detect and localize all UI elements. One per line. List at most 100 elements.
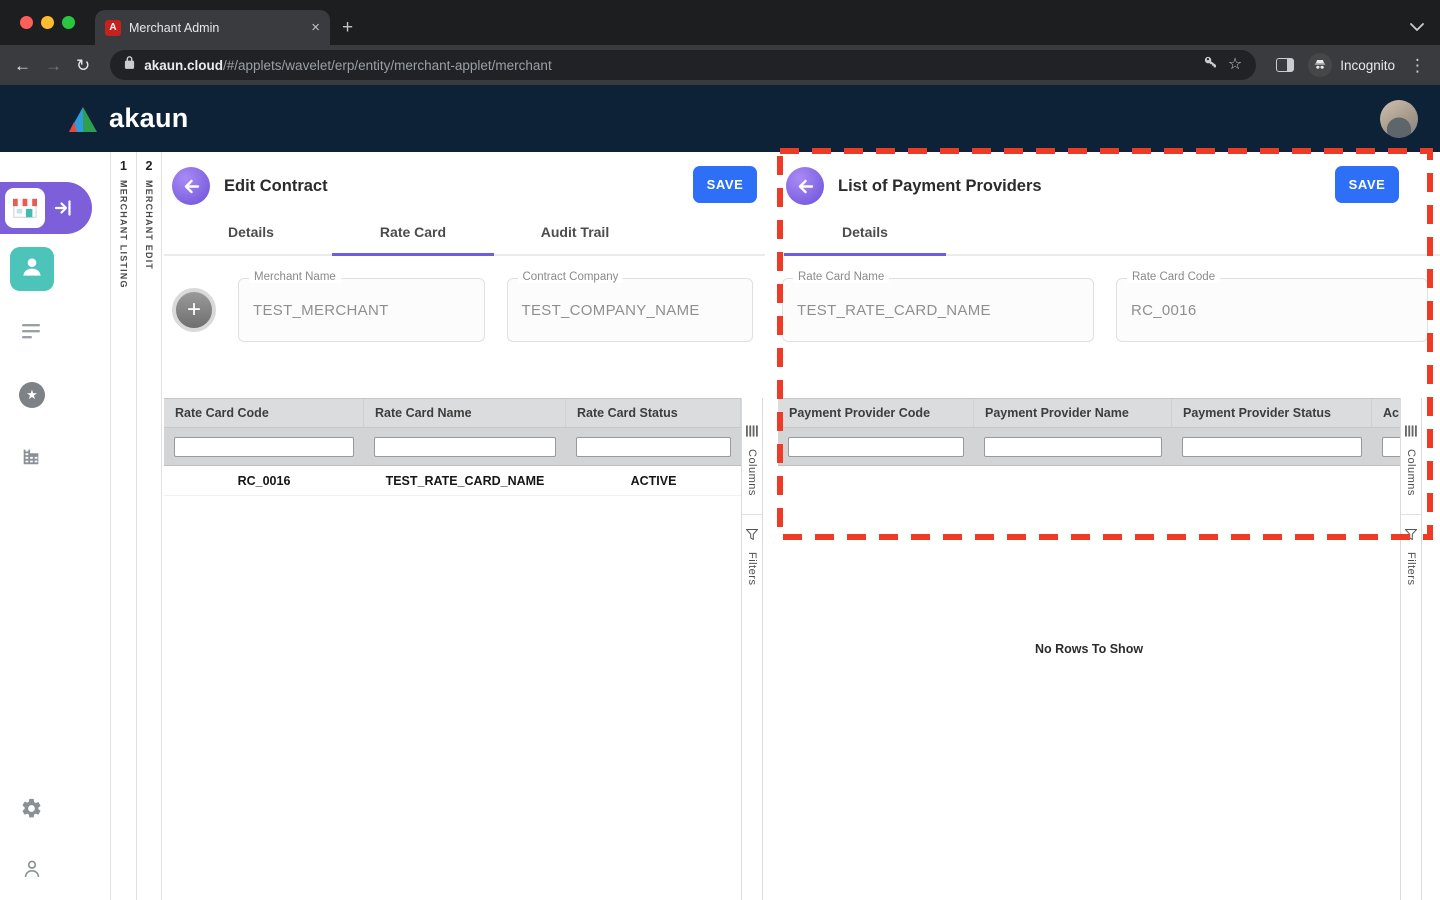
filter-input-rate-card-name[interactable] bbox=[374, 437, 556, 457]
forward-button[interactable]: → bbox=[45, 57, 62, 74]
url-text: akaun.cloud/#/applets/wavelet/erp/entity… bbox=[144, 58, 551, 73]
incognito-label: Incognito bbox=[1340, 58, 1395, 73]
incognito-icon bbox=[1308, 53, 1332, 77]
close-window-button[interactable] bbox=[20, 16, 33, 29]
workflow-step-merchant-listing[interactable]: 1 MERCHANT LISTING bbox=[110, 152, 136, 900]
grid-side-bar: Columns Filters bbox=[741, 398, 763, 900]
browser-toolbar: ← → ↻ akaun.cloud/#/applets/wavelet/erp/… bbox=[0, 45, 1440, 85]
back-button[interactable]: ← bbox=[14, 57, 31, 74]
window-controls bbox=[20, 16, 75, 29]
field-label: Rate Card Code bbox=[1127, 271, 1220, 283]
tab-audit-trail[interactable]: Audit Trail bbox=[494, 210, 656, 254]
sidebar-item-merchant-active[interactable] bbox=[0, 182, 92, 234]
filter-input-rate-card-code[interactable] bbox=[174, 437, 354, 457]
browser-menu-icon[interactable]: ⋮ bbox=[1409, 57, 1426, 74]
reload-button[interactable]: ↻ bbox=[76, 57, 90, 74]
new-tab-button[interactable]: + bbox=[342, 18, 353, 37]
save-button[interactable]: SAVE bbox=[693, 166, 757, 203]
grid-header-row: Payment Provider Code Payment Provider N… bbox=[778, 398, 1400, 428]
back-button[interactable] bbox=[172, 167, 210, 205]
column-header[interactable]: Payment Provider Name bbox=[974, 399, 1172, 427]
column-header[interactable]: Ac bbox=[1372, 399, 1400, 427]
sidebar-item-settings[interactable] bbox=[20, 797, 43, 825]
sidebar-item-favorites[interactable]: ★ bbox=[19, 382, 45, 408]
tab-details[interactable]: Details bbox=[170, 210, 332, 254]
sidebar-item-listing[interactable] bbox=[20, 322, 44, 347]
field-value: RC_0016 bbox=[1131, 302, 1196, 319]
columns-icon bbox=[1405, 424, 1417, 442]
tab-rate-card[interactable]: Rate Card bbox=[332, 210, 494, 254]
empty-grid-message: No Rows To Show bbox=[778, 642, 1400, 656]
password-key-icon[interactable] bbox=[1202, 54, 1219, 76]
incognito-badge: Incognito bbox=[1308, 53, 1395, 77]
workflow-step-merchant-edit[interactable]: 2 MERCHANT EDIT bbox=[136, 152, 162, 900]
column-header[interactable]: Payment Provider Code bbox=[778, 399, 974, 427]
add-rate-card-button[interactable]: + bbox=[172, 288, 216, 332]
bookmark-star-icon[interactable]: ☆ bbox=[1228, 57, 1242, 73]
tab-details[interactable]: Details bbox=[784, 210, 946, 254]
grid-rows: No Rows To Show bbox=[778, 466, 1400, 900]
back-button[interactable] bbox=[786, 167, 824, 205]
column-header[interactable]: Rate Card Status bbox=[566, 399, 741, 427]
tab-close-icon[interactable]: × bbox=[311, 20, 320, 35]
store-icon bbox=[5, 188, 45, 228]
rate-card-name-field[interactable]: Rate Card Name TEST_RATE_CARD_NAME bbox=[782, 278, 1094, 342]
column-header[interactable]: Payment Provider Status bbox=[1172, 399, 1372, 427]
payment-provider-grid: Payment Provider Code Payment Provider N… bbox=[778, 398, 1440, 900]
save-button[interactable]: SAVE bbox=[1335, 166, 1399, 203]
columns-side-tab[interactable]: Columns bbox=[742, 412, 762, 508]
side-panel-icon[interactable] bbox=[1276, 58, 1294, 72]
lock-icon bbox=[124, 55, 135, 75]
user-avatar[interactable] bbox=[1380, 100, 1418, 138]
star-icon: ★ bbox=[19, 382, 45, 408]
field-label: Contract Company bbox=[518, 271, 624, 283]
brand-name: akaun bbox=[109, 103, 189, 134]
sidebar-item-organization[interactable] bbox=[20, 445, 42, 472]
step-label: MERCHANT EDIT bbox=[144, 180, 154, 270]
table-row[interactable]: RC_0016 TEST_RATE_CARD_NAME ACTIVE bbox=[164, 466, 741, 496]
app-header: akaun bbox=[0, 85, 1440, 152]
filters-side-tab[interactable]: Filters bbox=[742, 514, 762, 597]
sidebar-item-contacts[interactable] bbox=[10, 247, 54, 291]
grid-header-row: Rate Card Code Rate Card Name Rate Card … bbox=[164, 398, 741, 428]
filter-input-provider-status[interactable] bbox=[1182, 437, 1362, 457]
address-bar[interactable]: akaun.cloud/#/applets/wavelet/erp/entity… bbox=[110, 50, 1256, 80]
filters-side-tab[interactable]: Filters bbox=[1401, 514, 1421, 597]
grid-filter-row bbox=[778, 428, 1400, 466]
side-tab-label: Filters bbox=[746, 552, 758, 585]
step-number: 1 bbox=[120, 159, 127, 173]
filter-input-rate-card-status[interactable] bbox=[576, 437, 731, 457]
browser-tab[interactable]: A Merchant Admin × bbox=[95, 10, 330, 45]
sidebar-item-profile[interactable] bbox=[21, 858, 43, 885]
grid-filter-row bbox=[164, 428, 741, 466]
grid-side-bar: Columns Filters bbox=[1400, 398, 1422, 900]
list-icon bbox=[20, 322, 44, 347]
cell-rate-card-name: TEST_RATE_CARD_NAME bbox=[364, 474, 566, 488]
side-tab-label: Columns bbox=[746, 449, 758, 496]
columns-side-tab[interactable]: Columns bbox=[1401, 412, 1421, 508]
column-header[interactable]: Rate Card Name bbox=[364, 399, 566, 427]
screen: A Merchant Admin × + ← → ↻ akaun.cloud/#… bbox=[0, 0, 1440, 900]
tab-bar: Details Rate Card Audit Trail bbox=[164, 210, 765, 256]
browser-tabstrip: A Merchant Admin × + bbox=[0, 0, 1440, 45]
field-value: TEST_COMPANY_NAME bbox=[522, 302, 700, 319]
filter-input-provider-extra[interactable] bbox=[1382, 437, 1400, 457]
cell-rate-card-code: RC_0016 bbox=[164, 474, 364, 488]
merchant-name-field[interactable]: Merchant Name TEST_MERCHANT bbox=[238, 278, 485, 342]
app-body: ★ bbox=[0, 152, 1440, 900]
columns-icon bbox=[746, 424, 758, 442]
zoom-window-button[interactable] bbox=[62, 16, 75, 29]
page-title: List of Payment Providers bbox=[838, 177, 1042, 196]
column-header[interactable]: Rate Card Code bbox=[164, 399, 364, 427]
akaun-logo-icon bbox=[66, 104, 100, 134]
field-value: TEST_MERCHANT bbox=[253, 302, 389, 319]
contract-company-field[interactable]: Contract Company TEST_COMPANY_NAME bbox=[507, 278, 754, 342]
form-row: Rate Card Name TEST_RATE_CARD_NAME Rate … bbox=[778, 256, 1440, 342]
akaun-logo: akaun bbox=[66, 103, 189, 134]
panel-header: Edit Contract SAVE bbox=[164, 152, 765, 210]
rate-card-code-field[interactable]: Rate Card Code RC_0016 bbox=[1116, 278, 1428, 342]
filter-input-provider-name[interactable] bbox=[984, 437, 1162, 457]
filter-input-provider-code[interactable] bbox=[788, 437, 964, 457]
minimize-window-button[interactable] bbox=[41, 16, 54, 29]
chevron-down-icon[interactable] bbox=[1410, 18, 1424, 36]
